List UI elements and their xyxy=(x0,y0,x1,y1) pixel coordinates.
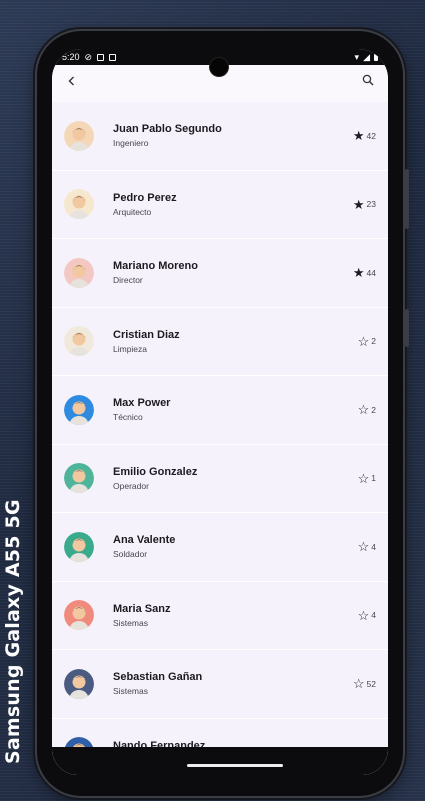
list-item[interactable]: Sebastian Gañan Sistemas ☆ 52 xyxy=(52,650,388,719)
employee-name: Emilio Gonzalez xyxy=(113,465,198,478)
employee-role: Director xyxy=(113,275,143,285)
star-count: 23 xyxy=(366,199,376,210)
avatar xyxy=(64,531,94,562)
star-count: 4 xyxy=(371,610,376,621)
vpn-icon: ⊘ xyxy=(84,51,93,62)
employee-name: Maria Sanz xyxy=(113,602,171,615)
employee-role: Arquitecto xyxy=(113,206,152,217)
star-count: 42 xyxy=(366,130,376,141)
app-screen: 5:20 ⊘ ▾ ◢ Juan Pablo Segundo Ingeniero … xyxy=(52,49,388,775)
battery-icon xyxy=(374,53,378,61)
favorite-button[interactable]: ☆ 2 xyxy=(358,403,376,416)
front-camera xyxy=(210,58,228,76)
employee-role: Operador xyxy=(113,480,149,491)
list-item[interactable]: Mariano Moreno Director ★ 44 xyxy=(52,239,388,308)
employee-role: Ingeniero xyxy=(113,138,149,148)
signal-icon: ◢ xyxy=(363,51,370,62)
star-outline-icon: ☆ xyxy=(352,676,365,692)
star-outline-icon: ☆ xyxy=(357,333,370,349)
search-button[interactable] xyxy=(358,71,378,91)
home-indicator[interactable] xyxy=(187,764,283,767)
list-item[interactable]: Juan Pablo Segundo Ingeniero ★ 42 xyxy=(52,102,388,171)
star-filled-icon: ★ xyxy=(352,265,365,281)
list-item[interactable]: Cristian Diaz Limpieza ☆ 2 xyxy=(52,307,388,376)
star-outline-icon: ☆ xyxy=(357,470,370,486)
favorite-button[interactable]: ☆ 52 xyxy=(353,677,376,690)
list-item[interactable]: Maria Sanz Sistemas ☆ 4 xyxy=(52,581,388,650)
employee-list: Juan Pablo Segundo Ingeniero ★ 42 Pedro … xyxy=(52,97,388,775)
list-item[interactable]: Emilio Gonzalez Operador ☆ 1 xyxy=(52,444,388,513)
search-icon xyxy=(362,73,374,89)
phone-frame: 5:20 ⊘ ▾ ◢ Juan Pablo Segundo Ingeniero … xyxy=(37,31,409,796)
employee-name: Cristian Diaz xyxy=(113,328,180,341)
employee-name: Sebastian Gañan xyxy=(113,671,203,683)
list-item[interactable]: Pedro Perez Arquitecto ★ 23 xyxy=(52,170,388,239)
status-time: 5:20 xyxy=(62,52,80,62)
list-item[interactable]: Max Power Técnico ☆ 2 xyxy=(52,376,388,445)
sim-icon xyxy=(97,53,105,61)
star-count: 1 xyxy=(371,473,376,484)
back-button[interactable] xyxy=(62,71,82,91)
star-count: 4 xyxy=(371,541,376,552)
volume-button xyxy=(405,169,409,229)
notification-icon xyxy=(109,53,117,61)
star-count: 2 xyxy=(371,336,376,347)
star-filled-icon: ★ xyxy=(352,128,365,144)
avatar xyxy=(64,600,94,631)
employee-role: Limpieza xyxy=(113,343,148,354)
employee-role: Sistemas xyxy=(113,617,148,628)
favorite-button[interactable]: ★ 42 xyxy=(353,129,376,142)
favorite-button[interactable]: ☆ 4 xyxy=(358,609,376,622)
star-outline-icon: ☆ xyxy=(357,402,370,418)
avatar xyxy=(64,120,94,151)
power-button xyxy=(405,309,409,347)
favorite-button[interactable]: ★ 23 xyxy=(353,198,376,211)
avatar xyxy=(64,668,94,699)
employee-name: Ana Valente xyxy=(113,534,176,546)
avatar xyxy=(64,257,94,288)
employee-name: Juan Pablo Segundo xyxy=(113,123,222,135)
employee-name: Mariano Moreno xyxy=(113,260,198,272)
employee-name: Max Power xyxy=(113,397,171,409)
star-count: 2 xyxy=(371,404,376,415)
favorite-button[interactable]: ☆ 4 xyxy=(358,540,376,553)
wifi-icon: ▾ xyxy=(354,51,360,62)
star-outline-icon: ☆ xyxy=(357,539,370,555)
favorite-button[interactable]: ☆ 1 xyxy=(358,472,376,485)
star-filled-icon: ★ xyxy=(352,196,365,212)
favorite-button[interactable]: ★ 44 xyxy=(353,266,376,279)
star-count: 44 xyxy=(366,267,376,278)
device-label: Samsung Galaxy A55 5G xyxy=(2,499,24,764)
arrow-back-icon xyxy=(67,73,77,89)
star-outline-icon: ☆ xyxy=(357,607,370,623)
avatar xyxy=(64,463,94,494)
employee-role: Técnico xyxy=(113,412,143,422)
employee-name: Pedro Perez xyxy=(113,191,177,204)
favorite-button[interactable]: ☆ 2 xyxy=(358,335,376,348)
employee-role: Soldador xyxy=(113,549,148,559)
star-count: 52 xyxy=(366,678,376,689)
avatar xyxy=(64,189,94,220)
list-item[interactable]: Ana Valente Soldador ☆ 4 xyxy=(52,513,388,582)
avatar xyxy=(64,326,94,357)
navigation-bar xyxy=(52,747,388,775)
employee-role: Sistemas xyxy=(113,686,148,696)
avatar xyxy=(64,394,94,425)
